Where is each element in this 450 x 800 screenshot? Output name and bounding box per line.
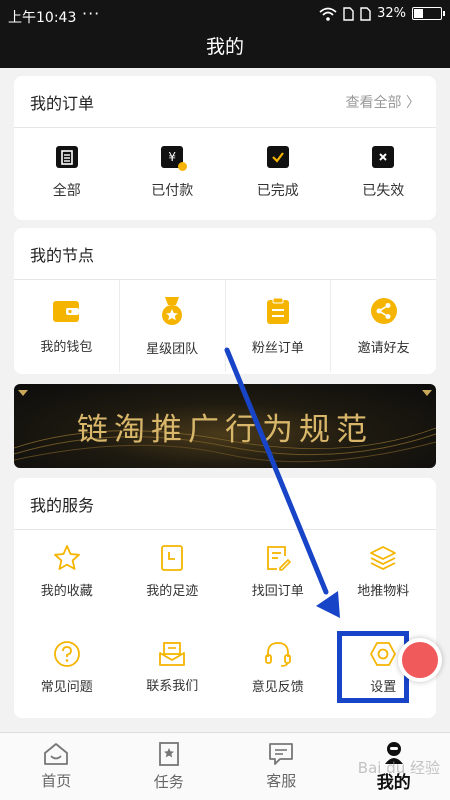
order-completed-button[interactable]: 已完成 — [225, 128, 331, 218]
invite-friends-button[interactable]: 邀请好友 — [330, 280, 436, 372]
mailbox-icon — [159, 641, 186, 666]
page-title: 我的 — [0, 32, 450, 68]
star-team-label: 星级团队 — [146, 341, 199, 357]
order-completed-label: 已完成 — [256, 183, 299, 199]
bookmark-icon — [161, 544, 184, 571]
tab-tasks-label: 任务 — [153, 773, 184, 791]
floating-action-button[interactable] — [398, 638, 442, 682]
banner-text: 链淘推广行为规范 — [77, 412, 373, 448]
feedback-label: 意见反馈 — [251, 679, 304, 695]
clipboard-icon — [55, 146, 78, 168]
battery-percent: 32% — [377, 6, 406, 21]
check-icon — [266, 146, 289, 168]
chat-icon — [269, 743, 294, 765]
status-bar: 上午10:43 ··· 32% — [0, 0, 450, 32]
share-icon — [370, 297, 397, 324]
yen-icon: ¥ — [161, 146, 188, 171]
star-icon — [53, 544, 80, 570]
promo-materials-label: 地推物料 — [357, 583, 410, 599]
feedback-button[interactable]: 意见反馈 — [225, 626, 331, 708]
invite-friends-label: 邀请好友 — [357, 340, 410, 356]
task-icon — [158, 742, 179, 766]
my-orders-card: 我的订单 查看全部 〉 全部 ¥ 已付款 已完成 已失效 — [14, 76, 436, 220]
contact-us-button[interactable]: 联系我们 — [120, 626, 226, 708]
fan-orders-label: 粉丝订单 — [251, 340, 304, 356]
tab-home-label: 首页 — [41, 772, 72, 790]
wallet-icon — [53, 300, 80, 322]
view-all-link[interactable]: 查看全部 〉 — [346, 92, 420, 112]
my-orders-title: 我的订单 — [30, 93, 95, 113]
wallet-button[interactable]: 我的钱包 — [14, 280, 119, 372]
footprints-button[interactable]: 我的足迹 — [120, 530, 226, 612]
faq-button[interactable]: 常见问题 — [14, 626, 120, 708]
my-nodes-card: 我的节点 我的钱包 星级团队 粉丝订单 邀请好友 — [14, 228, 436, 374]
watermark: Bai du 经验 — [357, 759, 440, 777]
retrieve-order-button[interactable]: 找回订单 — [225, 530, 331, 612]
footprints-label: 我的足迹 — [146, 583, 199, 599]
order-paid-button[interactable]: ¥ 已付款 — [120, 128, 226, 218]
fan-orders-button[interactable]: 粉丝订单 — [224, 280, 331, 372]
tab-home[interactable]: 首页 — [0, 733, 113, 800]
star-team-button[interactable]: 星级团队 — [118, 280, 225, 372]
favorites-button[interactable]: 我的收藏 — [14, 530, 120, 612]
sim-2-icon — [360, 6, 371, 21]
order-all-button[interactable]: 全部 — [14, 128, 120, 218]
tab-service-label: 客服 — [266, 772, 297, 790]
order-paid-label: 已付款 — [151, 183, 194, 199]
layers-icon — [370, 545, 397, 570]
contact-us-label: 联系我们 — [146, 678, 199, 694]
question-icon — [53, 640, 80, 667]
favorites-label: 我的收藏 — [40, 583, 93, 599]
headset-icon — [264, 641, 291, 667]
services-row-1: 我的收藏 我的足迹 找回订单 地推物料 — [14, 530, 436, 612]
tab-service[interactable]: 客服 — [225, 733, 338, 800]
status-dots: ··· — [82, 4, 101, 23]
sim-icon — [343, 6, 354, 21]
wifi-icon — [319, 7, 337, 21]
edit-doc-icon — [266, 545, 291, 571]
order-all-label: 全部 — [52, 183, 81, 199]
my-nodes-header: 我的节点 — [14, 228, 436, 280]
status-time: 上午10:43 — [8, 10, 77, 26]
order-expired-button[interactable]: 已失效 — [331, 128, 437, 218]
my-services-header: 我的服务 — [14, 478, 436, 530]
order-expired-label: 已失效 — [362, 183, 405, 199]
x-icon — [372, 146, 395, 168]
tab-tasks[interactable]: 任务 — [113, 733, 226, 800]
order-status-row: 全部 ¥ 已付款 已完成 已失效 — [14, 128, 436, 218]
retrieve-order-label: 找回订单 — [251, 583, 304, 599]
battery-icon — [412, 7, 445, 20]
wallet-label: 我的钱包 — [40, 339, 93, 355]
promo-materials-button[interactable]: 地推物料 — [331, 530, 437, 612]
my-orders-header: 我的订单 查看全部 〉 — [14, 76, 436, 128]
promo-banner[interactable]: 链淘推广行为规范 — [14, 384, 436, 468]
faq-label: 常见问题 — [40, 679, 93, 695]
battery-fill — [414, 9, 423, 18]
my-nodes-title: 我的节点 — [30, 245, 95, 265]
order-list-icon — [266, 297, 289, 324]
nodes-row: 我的钱包 星级团队 粉丝订单 邀请好友 — [14, 280, 436, 372]
my-services-title: 我的服务 — [30, 495, 95, 515]
status-system-icons: 32% — [319, 6, 445, 21]
home-icon — [44, 743, 69, 765]
medal-icon — [162, 296, 183, 325]
